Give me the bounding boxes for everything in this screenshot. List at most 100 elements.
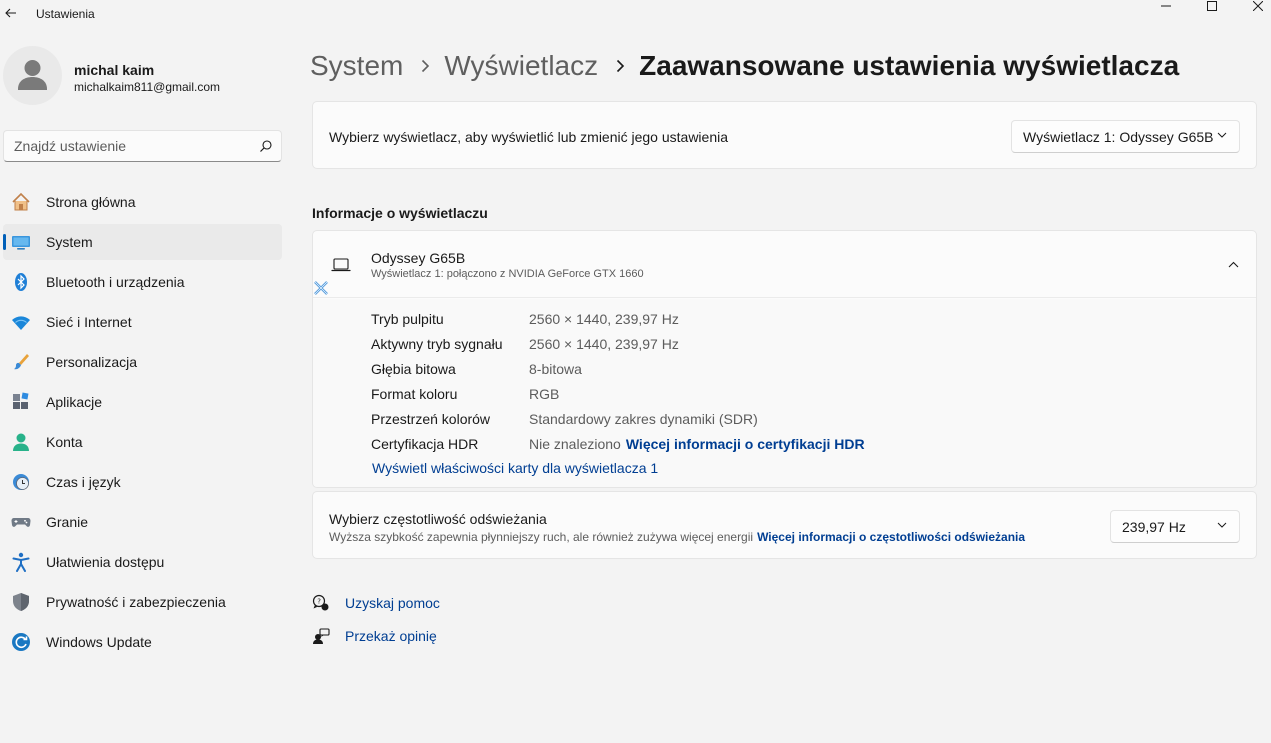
back-arrow-icon xyxy=(5,8,16,18)
sidebar-item-privacy[interactable]: Prywatność i zabezpieczenia xyxy=(3,584,282,620)
account-icon xyxy=(11,432,31,452)
chevron-down-icon xyxy=(1217,132,1227,138)
shield-icon xyxy=(11,592,31,612)
info-row: Certyfikacja HDR Nie znaleziono Więcej i… xyxy=(371,431,865,456)
info-key: Głębia bitowa xyxy=(371,360,456,377)
search-icon[interactable] xyxy=(259,139,273,153)
user-avatar-icon xyxy=(18,60,47,90)
info-row: Głębia bitowa 8-bitowa xyxy=(371,356,582,381)
minimize-button[interactable] xyxy=(1143,0,1189,12)
sidebar-nav: Strona główna System Bluetooth i urządze… xyxy=(3,184,282,664)
breadcrumb-system[interactable]: System xyxy=(310,50,403,82)
display-info-header[interactable]: Odyssey G65B Wyświetlacz 1: połączono z … xyxy=(313,231,1256,298)
monitor-name: Odyssey G65B xyxy=(371,250,466,266)
display-select-card: Wybierz wyświetlacz, aby wyświetlić lub … xyxy=(312,101,1257,169)
chevron-up-icon xyxy=(1228,261,1238,267)
monitor-subtitle: Wyświetlacz 1: połączono z NVIDIA GeForc… xyxy=(371,268,644,280)
info-key: Przestrzeń kolorów xyxy=(371,410,491,427)
sidebar-item-windows-update[interactable]: Windows Update xyxy=(3,624,282,660)
info-value: 8-bitowa xyxy=(529,360,582,377)
info-key: Tryb pulpitu xyxy=(371,310,444,327)
breadcrumb: System Wyświetlacz Zaawansowane ustawien… xyxy=(310,46,1179,86)
back-button[interactable] xyxy=(2,4,20,22)
page-title: Zaawansowane ustawienia wyświetlacza xyxy=(639,50,1180,81)
feedback-icon xyxy=(311,626,331,646)
user-name: michal kaim xyxy=(74,62,155,78)
display-info-card: Odyssey G65B Wyświetlacz 1: połączono z … xyxy=(312,230,1257,488)
refresh-rate-card: Wybierz częstotliwość odświeżania Wyższa… xyxy=(312,491,1257,559)
hdr-info-link[interactable]: Więcej informacji o certyfikacji HDR xyxy=(626,436,865,452)
info-key: Format koloru xyxy=(371,385,458,402)
info-row: Przestrzeń kolorów Standardowy zakres dy… xyxy=(371,406,758,431)
sidebar-item-home[interactable]: Strona główna xyxy=(3,184,282,220)
sidebar-item-label: Personalizacja xyxy=(46,354,138,370)
refresh-rate-value: 239,97 Hz xyxy=(1122,519,1186,535)
sidebar-item-network[interactable]: Sieć i Internet xyxy=(3,304,282,340)
sidebar-item-label: Strona główna xyxy=(46,194,136,210)
apps-icon xyxy=(11,392,31,412)
refresh-rate-info-link[interactable]: Więcej informacji o częstotliwości odświ… xyxy=(757,530,1025,544)
close-button[interactable] xyxy=(1235,0,1271,12)
sidebar-item-label: Aplikacje xyxy=(46,394,103,410)
collapse-button[interactable] xyxy=(1223,256,1243,272)
sidebar-item-accessibility[interactable]: Ułatwienia dostępu xyxy=(3,544,282,580)
sidebar-item-label: Bluetooth i urządzenia xyxy=(46,274,185,290)
chevron-right-icon xyxy=(421,59,430,73)
refresh-rate-description-text: Wyższa szybkość zapewnia płynniejszy ruc… xyxy=(329,530,754,544)
sidebar-item-label: Prywatność i zabezpieczenia xyxy=(46,594,226,610)
sidebar-item-label: Sieć i Internet xyxy=(46,314,132,330)
avatar[interactable] xyxy=(3,46,62,105)
sidebar-item-label: System xyxy=(46,234,93,250)
maximize-button[interactable] xyxy=(1189,0,1235,12)
title-bar: Ustawienia xyxy=(0,0,1271,28)
get-help-link[interactable]: ? Uzyskaj pomoc xyxy=(311,592,440,614)
display-dropdown-value: Wyświetlacz 1: Odyssey G65B xyxy=(1023,129,1214,145)
display-dropdown[interactable]: Wyświetlacz 1: Odyssey G65B xyxy=(1011,120,1240,153)
bluetooth-icon xyxy=(11,272,31,292)
refresh-rate-title: Wybierz częstotliwość odświeżania xyxy=(329,511,547,527)
info-value: Standardowy zakres dynamiki (SDR) xyxy=(529,410,758,427)
info-row: Format koloru RGB xyxy=(371,381,559,406)
accessibility-icon xyxy=(11,552,31,572)
maximize-icon xyxy=(1207,1,1217,11)
refresh-rate-dropdown[interactable]: 239,97 Hz xyxy=(1110,510,1240,543)
brush-icon xyxy=(11,352,31,372)
search-box[interactable] xyxy=(3,130,282,162)
svg-text:?: ? xyxy=(317,598,321,606)
wifi-icon xyxy=(11,312,31,332)
info-row: Aktywny tryb sygnału 2560 × 1440, 239,97… xyxy=(371,331,679,356)
search-input[interactable] xyxy=(4,131,254,161)
sidebar-item-personalization[interactable]: Personalizacja xyxy=(3,344,282,380)
breadcrumb-display[interactable]: Wyświetlacz xyxy=(444,50,598,82)
minimize-icon xyxy=(1161,5,1171,7)
move-cursor-icon xyxy=(314,281,328,295)
sidebar-item-label: Konta xyxy=(46,434,83,450)
info-value: Nie znaleziono xyxy=(529,435,621,452)
app-title: Ustawienia xyxy=(36,7,95,21)
time-language-icon xyxy=(11,472,31,492)
get-help-label[interactable]: Uzyskaj pomoc xyxy=(345,595,440,611)
sidebar-item-label: Czas i język xyxy=(46,474,121,490)
sidebar-item-time-language[interactable]: Czas i język xyxy=(3,464,282,500)
sidebar-item-bluetooth[interactable]: Bluetooth i urządzenia xyxy=(3,264,282,300)
chevron-right-icon xyxy=(616,59,625,73)
info-value: 2560 × 1440, 239,97 Hz xyxy=(529,310,679,327)
info-value: RGB xyxy=(529,385,560,402)
section-title-display-info: Informacje o wyświetlaczu xyxy=(312,205,488,221)
sidebar-item-accounts[interactable]: Konta xyxy=(3,424,282,460)
feedback-link[interactable]: Przekaż opinię xyxy=(311,625,437,647)
adapter-properties-link[interactable]: Wyświetl właściwości karty dla wyświetla… xyxy=(372,460,658,476)
user-email: michalkaim811@gmail.com xyxy=(74,80,221,94)
sidebar-item-system[interactable]: System xyxy=(3,224,282,260)
home-icon xyxy=(11,192,31,212)
gamepad-icon xyxy=(11,512,31,532)
sidebar-item-apps[interactable]: Aplikacje xyxy=(3,384,282,420)
sidebar-item-label: Windows Update xyxy=(46,634,152,650)
refresh-rate-description: Wyższa szybkość zapewnia płynniejszy ruc… xyxy=(329,530,1025,544)
chevron-down-icon xyxy=(1217,522,1227,528)
sidebar-item-gaming[interactable]: Granie xyxy=(3,504,282,540)
feedback-label[interactable]: Przekaż opinię xyxy=(345,628,437,644)
system-icon xyxy=(11,232,31,252)
info-row: Tryb pulpitu 2560 × 1440, 239,97 Hz xyxy=(371,306,679,331)
info-value: 2560 × 1440, 239,97 Hz xyxy=(529,335,679,352)
